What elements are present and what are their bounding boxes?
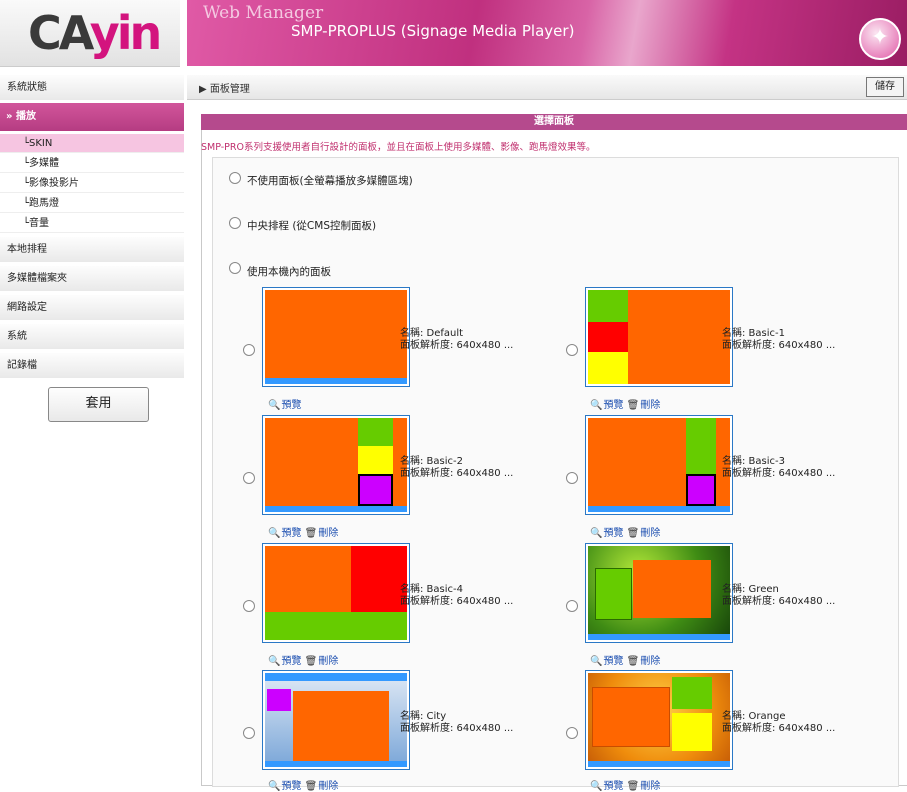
trash-icon: 🗑 [626,400,640,411]
radio-skin-basic-4[interactable] [243,600,255,612]
sidebar-item-status[interactable]: 系統狀態 [0,75,184,101]
magnifier-icon: 🔍 [268,400,281,411]
cayin-logo: CAyin [28,6,162,60]
radio-skin-basic-1[interactable] [566,344,578,356]
panel-title: 選擇面板 [201,114,907,130]
skin-info-basic-3: 名稱: Basic-3 面板解析度: 640x480 ... [722,456,836,479]
preview-link[interactable]: 預覽 [603,528,623,539]
sidebar-item-local-schedule[interactable]: 本地排程 [0,237,184,263]
sidebar-item-play[interactable]: » 播放 [0,103,184,131]
skin-info-basic-4: 名稱: Basic-4 面板解析度: 640x480 ... [400,584,514,607]
magnifier-icon: 🔍 [268,528,281,539]
skin-actions-basic-3: 🔍預覽 🗑刪除 [590,524,660,539]
sidebar-sub-skin[interactable]: └SKIN [0,134,184,153]
skin-thumbnail-basic-1[interactable] [585,287,733,387]
header-subtitle: Web Manager [203,3,324,23]
sidebar-item-system[interactable]: 系統 [0,324,184,350]
skin-thumbnail-basic-2[interactable] [262,415,410,515]
radio-skin-default[interactable] [243,344,255,356]
panel-description: SMP-PRO系列支援使用者自行設計的面板，並且在面板上使用多媒體、影像、跑馬燈… [201,142,596,153]
play-arrow-icon: » [6,111,16,122]
magnifier-icon: 🔍 [590,528,603,539]
preview-link[interactable]: 預覽 [603,781,623,792]
preview-link[interactable]: 預覽 [281,656,301,667]
delete-link[interactable]: 刪除 [318,528,338,539]
preview-link[interactable]: 預覽 [281,781,301,792]
breadcrumb: ▶ 面板管理 [199,84,250,95]
header-title: SMP-PROPLUS (Signage Media Player) [291,22,575,40]
skin-info-basic-1: 名稱: Basic-1 面板解析度: 640x480 ... [722,328,836,351]
magnifier-icon: 🔍 [590,781,603,792]
sidebar-sub-slideshow[interactable]: └影像投影片 [0,174,184,193]
apply-button[interactable]: 套用 [48,387,149,422]
magnifier-icon: 🔍 [590,400,603,411]
skin-actions-default: 🔍預覽 [268,396,301,411]
skin-actions-basic-2: 🔍預覽 🗑刪除 [268,524,338,539]
magnifier-icon: 🔍 [590,656,603,667]
magnifier-icon: 🔍 [268,781,281,792]
delete-link[interactable]: 刪除 [640,528,660,539]
radio-skin-orange[interactable] [566,727,578,739]
skin-info-basic-2: 名稱: Basic-2 面板解析度: 640x480 ... [400,456,514,479]
magnifier-icon: 🔍 [268,656,281,667]
skin-actions-basic-4: 🔍預覽 🗑刪除 [268,652,338,667]
sidebar-sub-volume[interactable]: └音量 [0,214,184,233]
skin-info-default: 名稱: Default 面板解析度: 640x480 ... [400,328,514,351]
skin-thumbnail-green[interactable] [585,543,733,643]
option-no-skin-label: 不使用面板(全螢幕播放多媒體區塊) [247,175,413,187]
preview-link[interactable]: 預覽 [603,400,623,411]
skin-thumbnail-basic-4[interactable] [262,543,410,643]
trash-icon: 🗑 [626,528,640,539]
skin-thumbnail-city[interactable] [262,670,410,770]
trash-icon: 🗑 [626,656,640,667]
radio-skin-basic-3[interactable] [566,472,578,484]
skin-thumbnail-orange[interactable] [585,670,733,770]
delete-link[interactable]: 刪除 [640,400,660,411]
sidebar-item-media-folder[interactable]: 多媒體檔案夾 [0,266,184,292]
delete-link[interactable]: 刪除 [640,781,660,792]
triangle-icon: ▶ [199,84,210,95]
preview-link[interactable]: 預覽 [281,528,301,539]
radio-no-skin[interactable] [229,172,241,184]
delete-link[interactable]: 刪除 [640,656,660,667]
radio-skin-city[interactable] [243,727,255,739]
skin-info-orange: 名稱: Orange 面板解析度: 640x480 ... [722,711,836,734]
skin-thumbnail-default[interactable] [262,287,410,387]
skin-info-green: 名稱: Green 面板解析度: 640x480 ... [722,584,836,607]
trash-icon: 🗑 [626,781,640,792]
trash-icon: 🗑 [304,528,318,539]
radio-skin-green[interactable] [566,600,578,612]
logo-area: CAyin [0,0,180,67]
delete-link[interactable]: 刪除 [318,781,338,792]
preview-link[interactable]: 預覽 [603,656,623,667]
trash-icon: 🗑 [304,781,318,792]
sidebar-sub-ticker[interactable]: └跑馬燈 [0,194,184,213]
toolbar: ▶ 面板管理 儲存 [187,75,907,100]
skin-actions-basic-1: 🔍預覽 🗑刪除 [590,396,660,411]
radio-local-skin[interactable] [229,262,241,274]
save-button[interactable]: 儲存 [866,77,904,97]
trash-icon: 🗑 [304,656,318,667]
sidebar-item-log[interactable]: 記錄檔 [0,353,184,379]
skin-thumbnail-basic-3[interactable] [585,415,733,515]
option-local-label: 使用本機內的面板 [247,266,331,278]
radio-central-schedule[interactable] [229,217,241,229]
wizard-icon[interactable]: ✦ [859,18,901,60]
radio-skin-basic-2[interactable] [243,472,255,484]
sidebar-item-network[interactable]: 網路設定 [0,295,184,321]
header-banner: Web Manager SMP-PROPLUS (Signage Media P… [187,0,907,66]
option-central-label: 中央排程 (從CMS控制面板) [247,220,377,232]
sidebar-sub-media[interactable]: └多媒體 [0,154,184,173]
skin-info-city: 名稱: City 面板解析度: 640x480 ... [400,711,514,734]
preview-link[interactable]: 預覽 [281,400,301,411]
delete-link[interactable]: 刪除 [318,656,338,667]
skin-actions-green: 🔍預覽 🗑刪除 [590,652,660,667]
